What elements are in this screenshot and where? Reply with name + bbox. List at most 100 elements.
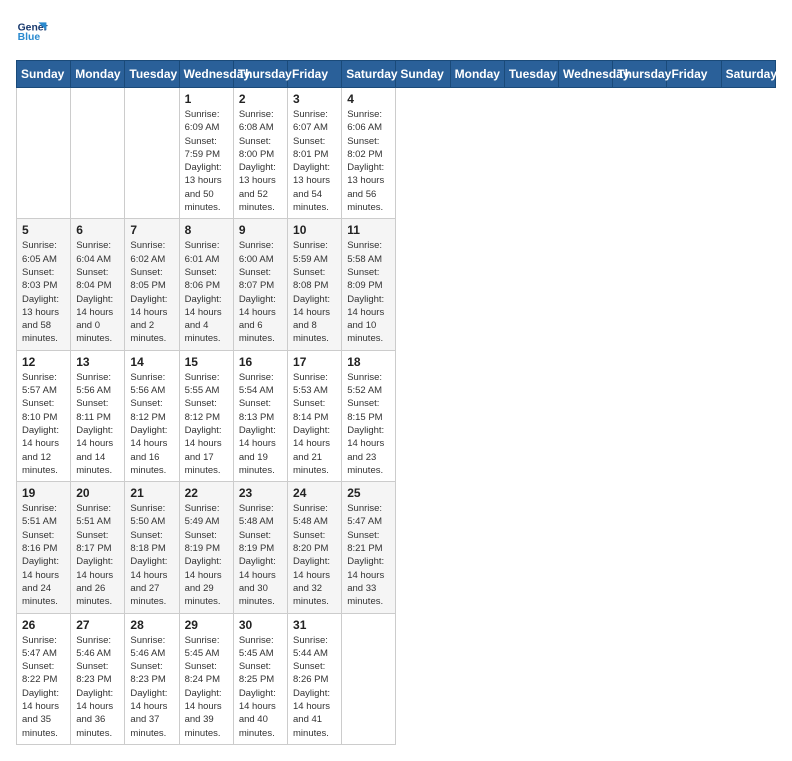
day-number: 6 [76, 223, 119, 237]
day-number: 26 [22, 618, 65, 632]
day-number: 23 [239, 486, 282, 500]
column-header-thursday: Thursday [613, 61, 667, 88]
cell-info: Sunrise: 5:56 AM Sunset: 8:11 PM Dayligh… [76, 371, 119, 477]
cell-info: Sunrise: 6:09 AM Sunset: 7:59 PM Dayligh… [185, 108, 228, 214]
day-number: 14 [130, 355, 173, 369]
calendar-cell: 23Sunrise: 5:48 AM Sunset: 8:19 PM Dayli… [233, 482, 287, 613]
calendar-table: SundayMondayTuesdayWednesdayThursdayFrid… [16, 60, 776, 745]
cell-info: Sunrise: 5:53 AM Sunset: 8:14 PM Dayligh… [293, 371, 336, 477]
column-header-thursday: Thursday [233, 61, 287, 88]
calendar-cell: 27 Sunrise: 5:46 AM Sunset: 8:23 PM Dayli… [71, 613, 125, 744]
calendar-cell: 24Sunrise: 5:48 AM Sunset: 8:20 PM Dayli… [288, 482, 342, 613]
cell-info: Sunrise: 6:00 AM Sunset: 8:07 PM Dayligh… [239, 239, 282, 345]
calendar-week-1: 1 Sunrise: 6:09 AM Sunset: 7:59 PM Daylig… [17, 88, 776, 219]
cell-info: Sunrise: 5:49 AM Sunset: 8:19 PM Dayligh… [185, 502, 228, 608]
day-number: 17 [293, 355, 336, 369]
calendar-cell: 17 Sunrise: 5:53 AM Sunset: 8:14 PM Dayli… [288, 350, 342, 481]
day-number: 5 [22, 223, 65, 237]
cell-info: Sunrise: 5:51 AM Sunset: 8:16 PM Dayligh… [22, 502, 65, 608]
calendar-cell: 31 Sunrise: 5:44 AM Sunset: 8:26 PM Dayli… [288, 613, 342, 744]
calendar-cell: 28 Sunrise: 5:46 AM Sunset: 8:23 PM Dayli… [125, 613, 179, 744]
day-number: 30 [239, 618, 282, 632]
day-number: 8 [185, 223, 228, 237]
cell-info: Sunrise: 5:44 AM Sunset: 8:26 PM Dayligh… [293, 634, 336, 740]
calendar-cell [71, 88, 125, 219]
calendar-week-4: 19Sunrise: 5:51 AM Sunset: 8:16 PM Dayli… [17, 482, 776, 613]
day-number: 24 [293, 486, 336, 500]
column-header-wednesday: Wednesday [179, 61, 233, 88]
column-header-friday: Friday [667, 61, 721, 88]
calendar-cell [342, 613, 396, 744]
day-number: 4 [347, 92, 390, 106]
calendar-cell: 13 Sunrise: 5:56 AM Sunset: 8:11 PM Dayli… [71, 350, 125, 481]
day-number: 28 [130, 618, 173, 632]
calendar-cell: 18Sunrise: 5:52 AM Sunset: 8:15 PM Dayli… [342, 350, 396, 481]
cell-info: Sunrise: 5:51 AM Sunset: 8:17 PM Dayligh… [76, 502, 119, 608]
column-header-sunday: Sunday [17, 61, 71, 88]
calendar-cell: 16 Sunrise: 5:54 AM Sunset: 8:13 PM Dayli… [233, 350, 287, 481]
column-header-tuesday: Tuesday [125, 61, 179, 88]
calendar-header-row: SundayMondayTuesdayWednesdayThursdayFrid… [17, 61, 776, 88]
day-number: 12 [22, 355, 65, 369]
day-number: 2 [239, 92, 282, 106]
calendar-cell: 14 Sunrise: 5:56 AM Sunset: 8:12 PM Dayli… [125, 350, 179, 481]
day-number: 29 [185, 618, 228, 632]
calendar-cell [125, 88, 179, 219]
calendar-cell: 20 Sunrise: 5:51 AM Sunset: 8:17 PM Dayli… [71, 482, 125, 613]
day-number: 13 [76, 355, 119, 369]
cell-info: Sunrise: 5:56 AM Sunset: 8:12 PM Dayligh… [130, 371, 173, 477]
day-number: 27 [76, 618, 119, 632]
calendar-week-2: 5 Sunrise: 6:05 AM Sunset: 8:03 PM Daylig… [17, 219, 776, 350]
column-header-sunday: Sunday [396, 61, 450, 88]
calendar-cell: 26 Sunrise: 5:47 AM Sunset: 8:22 PM Dayli… [17, 613, 71, 744]
day-number: 11 [347, 223, 390, 237]
column-header-wednesday: Wednesday [559, 61, 613, 88]
cell-info: Sunrise: 5:50 AM Sunset: 8:18 PM Dayligh… [130, 502, 173, 608]
cell-info: Sunrise: 5:45 AM Sunset: 8:24 PM Dayligh… [185, 634, 228, 740]
calendar-cell: 12Sunrise: 5:57 AM Sunset: 8:10 PM Dayli… [17, 350, 71, 481]
day-number: 16 [239, 355, 282, 369]
calendar-cell: 21 Sunrise: 5:50 AM Sunset: 8:18 PM Dayli… [125, 482, 179, 613]
cell-info: Sunrise: 6:02 AM Sunset: 8:05 PM Dayligh… [130, 239, 173, 345]
cell-info: Sunrise: 5:47 AM Sunset: 8:22 PM Dayligh… [22, 634, 65, 740]
day-number: 31 [293, 618, 336, 632]
day-number: 18 [347, 355, 390, 369]
cell-info: Sunrise: 5:46 AM Sunset: 8:23 PM Dayligh… [130, 634, 173, 740]
calendar-week-3: 12Sunrise: 5:57 AM Sunset: 8:10 PM Dayli… [17, 350, 776, 481]
column-header-saturday: Saturday [342, 61, 396, 88]
calendar-cell: 7 Sunrise: 6:02 AM Sunset: 8:05 PM Daylig… [125, 219, 179, 350]
calendar-week-5: 26 Sunrise: 5:47 AM Sunset: 8:22 PM Dayli… [17, 613, 776, 744]
day-number: 21 [130, 486, 173, 500]
calendar-cell: 19Sunrise: 5:51 AM Sunset: 8:16 PM Dayli… [17, 482, 71, 613]
logo-icon: General Blue [16, 16, 48, 48]
cell-info: Sunrise: 6:07 AM Sunset: 8:01 PM Dayligh… [293, 108, 336, 214]
cell-info: Sunrise: 5:54 AM Sunset: 8:13 PM Dayligh… [239, 371, 282, 477]
cell-info: Sunrise: 5:58 AM Sunset: 8:09 PM Dayligh… [347, 239, 390, 345]
cell-info: Sunrise: 6:05 AM Sunset: 8:03 PM Dayligh… [22, 239, 65, 345]
day-number: 9 [239, 223, 282, 237]
day-number: 22 [185, 486, 228, 500]
calendar-cell: 25Sunrise: 5:47 AM Sunset: 8:21 PM Dayli… [342, 482, 396, 613]
calendar-cell [17, 88, 71, 219]
cell-info: Sunrise: 5:47 AM Sunset: 8:21 PM Dayligh… [347, 502, 390, 608]
calendar-cell: 3Sunrise: 6:07 AM Sunset: 8:01 PM Daylig… [288, 88, 342, 219]
cell-info: Sunrise: 5:46 AM Sunset: 8:23 PM Dayligh… [76, 634, 119, 740]
calendar-cell: 4 Sunrise: 6:06 AM Sunset: 8:02 PM Daylig… [342, 88, 396, 219]
page-header: General Blue [16, 16, 776, 48]
day-number: 10 [293, 223, 336, 237]
calendar-cell: 11 Sunrise: 5:58 AM Sunset: 8:09 PM Dayli… [342, 219, 396, 350]
logo: General Blue [16, 16, 48, 48]
cell-info: Sunrise: 6:06 AM Sunset: 8:02 PM Dayligh… [347, 108, 390, 214]
calendar-cell: 8Sunrise: 6:01 AM Sunset: 8:06 PM Daylig… [179, 219, 233, 350]
calendar-cell: 22 Sunrise: 5:49 AM Sunset: 8:19 PM Dayli… [179, 482, 233, 613]
day-number: 1 [185, 92, 228, 106]
calendar-cell: 15Sunrise: 5:55 AM Sunset: 8:12 PM Dayli… [179, 350, 233, 481]
svg-text:Blue: Blue [18, 32, 41, 43]
column-header-tuesday: Tuesday [504, 61, 558, 88]
day-number: 20 [76, 486, 119, 500]
calendar-cell: 2Sunrise: 6:08 AM Sunset: 8:00 PM Daylig… [233, 88, 287, 219]
cell-info: Sunrise: 5:59 AM Sunset: 8:08 PM Dayligh… [293, 239, 336, 345]
day-number: 7 [130, 223, 173, 237]
column-header-saturday: Saturday [721, 61, 775, 88]
day-number: 15 [185, 355, 228, 369]
